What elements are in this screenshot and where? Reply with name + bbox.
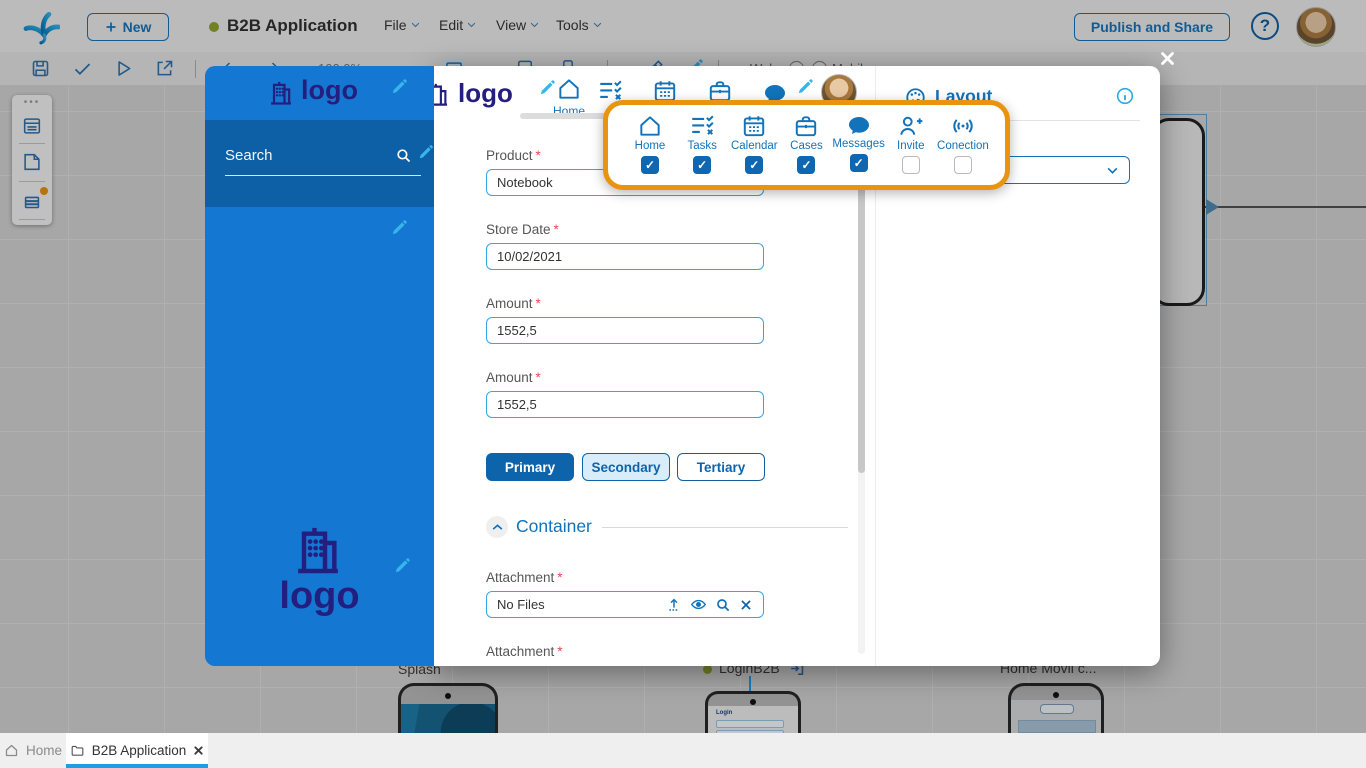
- edit-pencil-icon[interactable]: [417, 144, 434, 161]
- tasks-icon: [689, 113, 715, 139]
- primary-button[interactable]: Primary: [486, 453, 574, 481]
- popup-item-tasks[interactable]: Tasks ✓: [676, 113, 728, 185]
- section-divider: [602, 527, 848, 528]
- bottom-tab-bar: Home B2B Application: [0, 733, 1366, 768]
- tab-home-label: Home: [26, 743, 62, 758]
- scrollbar-thumb[interactable]: [858, 183, 865, 473]
- edit-pencil-icon[interactable]: [393, 557, 411, 575]
- clear-x-icon[interactable]: [739, 598, 753, 612]
- home-icon: [637, 113, 663, 139]
- tab-close-icon[interactable]: [193, 745, 204, 756]
- tab-b2b-application[interactable]: B2B Application: [66, 733, 208, 768]
- field-label-amount-1: Amount*: [486, 296, 541, 311]
- chevron-down-icon: [1106, 164, 1119, 177]
- edit-pencil-icon[interactable]: [390, 78, 408, 96]
- popup-item-connection[interactable]: Conection: [937, 113, 989, 185]
- search-input[interactable]: Search: [225, 147, 273, 164]
- application-window: New B2B Application File Edit View Tools…: [0, 0, 1366, 768]
- edit-pencil-icon[interactable]: [796, 78, 814, 96]
- invite-icon: [898, 113, 924, 139]
- eye-icon[interactable]: [690, 596, 707, 613]
- building-logo-icon: [290, 522, 346, 578]
- field-label-attachment-2: Attachment*: [486, 644, 563, 659]
- field-label-amount-2: Amount*: [486, 370, 541, 385]
- home-checkbox[interactable]: ✓: [641, 156, 659, 174]
- collapse-chevron-icon[interactable]: [486, 516, 508, 538]
- home-icon: [4, 743, 19, 758]
- calendar-checkbox[interactable]: ✓: [745, 156, 763, 174]
- messages-icon: [846, 113, 872, 137]
- store-date-input[interactable]: [486, 243, 764, 270]
- connection-icon: [950, 113, 976, 139]
- form-scrollbar[interactable]: [858, 128, 865, 654]
- active-tab-indicator: [66, 764, 208, 768]
- popup-item-calendar[interactable]: Calendar ✓: [728, 113, 780, 185]
- messages-checkbox[interactable]: ✓: [850, 154, 868, 172]
- building-logo-icon: [267, 79, 295, 107]
- preview-sidebar: logo Search logo: [205, 66, 434, 666]
- sidebar-body-band: logo: [205, 207, 434, 666]
- edit-pencil-icon[interactable]: [390, 219, 408, 237]
- container-section-title[interactable]: Container: [516, 516, 592, 537]
- attachment-value: No Files: [497, 597, 666, 612]
- home-icon: [556, 76, 582, 102]
- nav-home[interactable]: Home: [542, 76, 596, 118]
- nav-items-popup: Home ✓ Tasks ✓ Calendar ✓ Cases ✓ Messag…: [603, 100, 1010, 190]
- tertiary-button[interactable]: Tertiary: [677, 453, 765, 481]
- cases-checkbox[interactable]: ✓: [797, 156, 815, 174]
- sidebar-logo-band: logo: [205, 66, 434, 120]
- popup-item-messages[interactable]: Messages ✓: [833, 113, 885, 185]
- calendar-icon: [741, 113, 767, 139]
- search-icon[interactable]: [715, 597, 731, 613]
- field-label-product: Product*: [486, 148, 541, 163]
- field-label-attachment-1: Attachment*: [486, 570, 563, 585]
- header-logo-text: logo: [458, 78, 513, 109]
- upload-icon[interactable]: [666, 597, 682, 613]
- invite-checkbox[interactable]: [902, 156, 920, 174]
- cases-icon: [793, 113, 819, 139]
- connection-checkbox[interactable]: [954, 156, 972, 174]
- tab-b2b-label: B2B Application: [92, 743, 187, 758]
- popup-item-home[interactable]: Home ✓: [624, 113, 676, 185]
- amount-input-1[interactable]: [486, 317, 764, 344]
- search-underline: [225, 175, 421, 176]
- secondary-button[interactable]: Secondary: [582, 453, 670, 481]
- building-logo-icon: [434, 81, 451, 108]
- sidebar-logo-text: logo: [301, 75, 358, 106]
- field-label-store-date: Store Date*: [486, 222, 559, 237]
- tab-home[interactable]: Home: [0, 733, 66, 768]
- search-icon[interactable]: [395, 147, 412, 164]
- sidebar-logo-text-bottom: logo: [205, 575, 434, 618]
- info-icon[interactable]: [1115, 86, 1135, 106]
- popup-item-invite[interactable]: Invite: [885, 113, 937, 185]
- popup-item-cases[interactable]: Cases ✓: [780, 113, 832, 185]
- attachment-input[interactable]: No Files: [486, 591, 764, 618]
- folder-icon: [70, 743, 85, 758]
- tasks-checkbox[interactable]: ✓: [693, 156, 711, 174]
- modal-close-icon[interactable]: [1159, 50, 1176, 67]
- amount-input-2[interactable]: [486, 391, 764, 418]
- sidebar-search-band: Search: [205, 120, 434, 207]
